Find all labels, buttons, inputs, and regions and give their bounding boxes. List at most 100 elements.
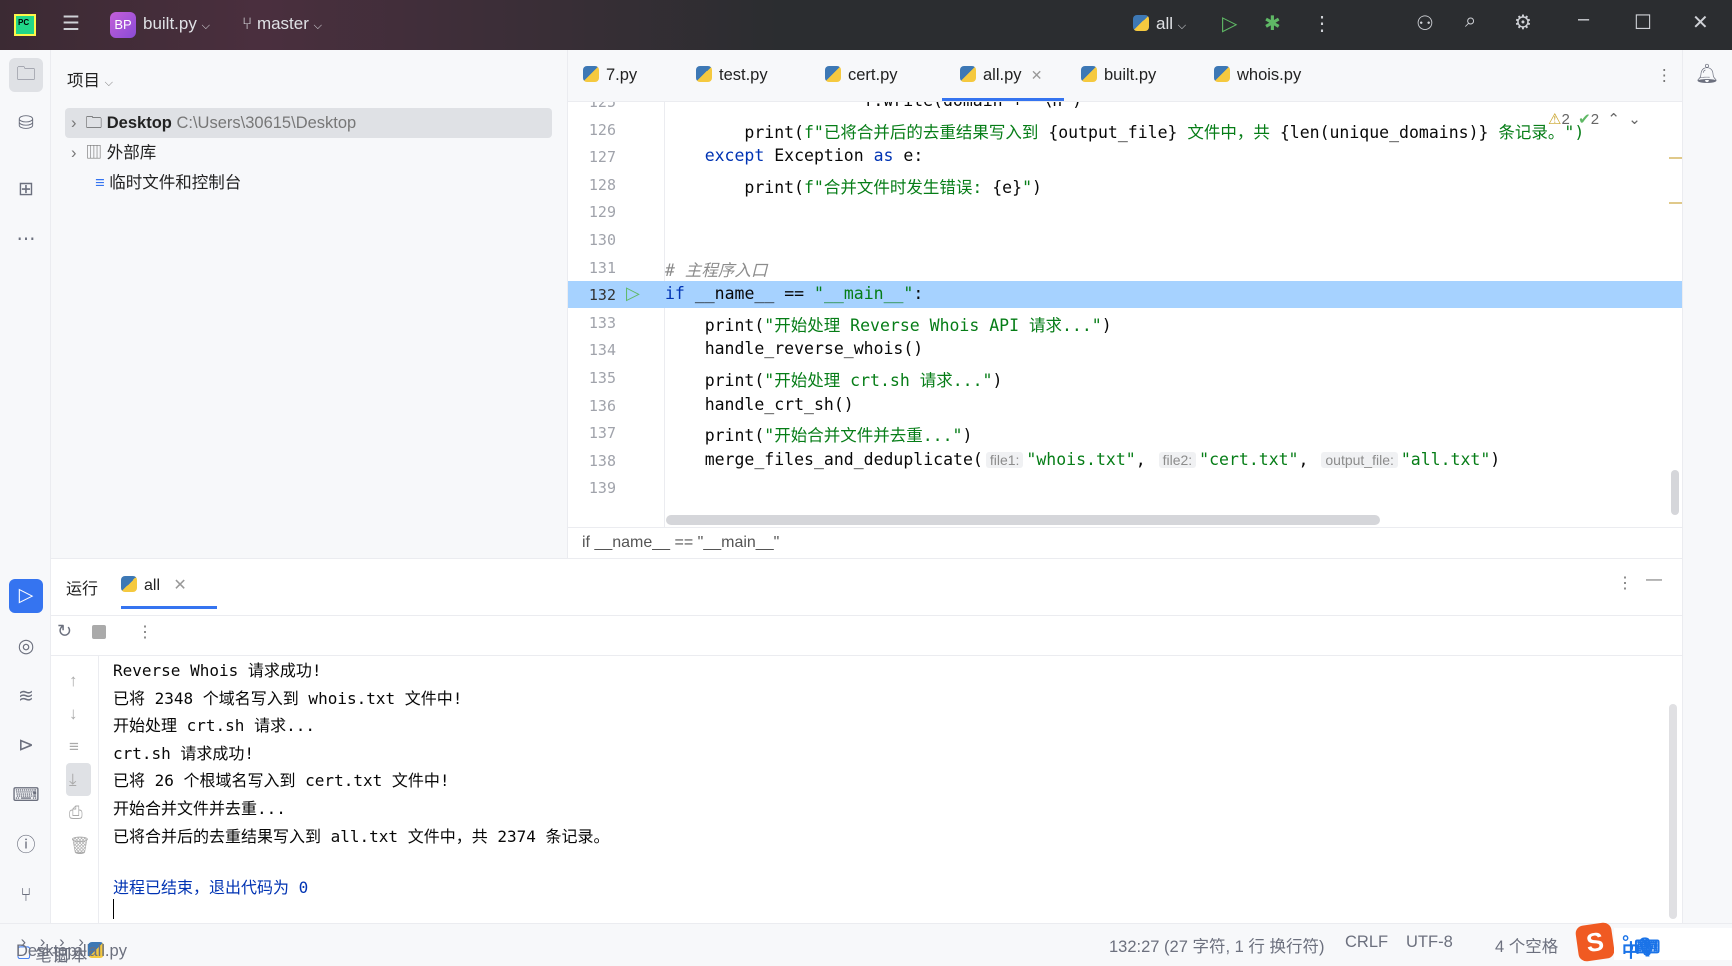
problems-icon[interactable]: ⓘ xyxy=(9,829,43,863)
warning-marker[interactable] xyxy=(1669,202,1682,204)
tab-label: test.py xyxy=(719,66,768,84)
run-config-selector[interactable]: all ⌵ xyxy=(1133,14,1186,34)
tab-7-py[interactable]: 7.py xyxy=(583,66,637,85)
more-actions-icon[interactable]: ⋮ xyxy=(137,622,153,642)
console-scrollbar[interactable] xyxy=(1669,704,1677,919)
services-icon[interactable]: ⊳ xyxy=(9,729,43,763)
tab-whois-py[interactable]: whois.py xyxy=(1214,66,1301,85)
print-icon[interactable]: ⎙ xyxy=(69,796,91,829)
ime-toolbar[interactable]: 中 °, 🎙︎ ⌨ xyxy=(1614,928,1732,961)
python-console-icon[interactable]: ◎ xyxy=(9,630,43,664)
inspection-widget[interactable]: ⚠2 ✔2 ⌃ ⌄ xyxy=(1548,110,1641,128)
console-line: 已将 26 个根域名写入到 cert.txt 文件中! xyxy=(113,771,450,791)
scratches-label: 临时文件和控制台 xyxy=(109,174,242,192)
project-selector[interactable]: built.py ⌵ xyxy=(143,14,210,34)
tabs-more-icon[interactable]: ⋮ xyxy=(1656,66,1673,86)
tab-cert-py[interactable]: cert.py xyxy=(825,66,898,85)
indent-setting[interactable]: 4 个空格 xyxy=(1495,933,1558,957)
code-token: Exception xyxy=(774,146,874,166)
close-tab-icon[interactable]: ✕ xyxy=(1031,67,1043,83)
tree-item-desktop[interactable]: › 🗀 Desktop C:\Users\30615\Desktop xyxy=(71,109,356,137)
run-icon[interactable]: ▷ xyxy=(1222,11,1237,36)
more-icon[interactable]: ⋮ xyxy=(1312,11,1332,36)
code-token: print( xyxy=(744,177,804,197)
more-tools-icon[interactable]: ⋯ xyxy=(9,223,43,257)
status-breadcrumb[interactable]: ▢ Desktop › 笔记 › 脚本 › all › all.py xyxy=(16,933,127,965)
python-icon xyxy=(1133,15,1149,31)
project-panel-title[interactable]: 项目 ⌵ xyxy=(67,67,113,91)
keyboard-icon[interactable]: ⌨ xyxy=(1634,937,1660,958)
file-encoding[interactable]: UTF-8 xyxy=(1406,933,1453,952)
code-token: f"已将合并后的去重结果写入到 xyxy=(804,122,1049,142)
settings-icon[interactable]: ⚙ xyxy=(1514,10,1532,35)
console-toolbar: ↑ ↓ ≡ ⤓ ⎙ 🗑︎ xyxy=(66,664,91,862)
code-editor[interactable]: 125f.write(domain + '\n')126print(f"已将合并… xyxy=(568,102,1682,527)
line-number: 137 xyxy=(588,424,616,443)
tab-built-py[interactable]: built.py xyxy=(1081,66,1156,85)
up-arrow-icon[interactable]: ↑ xyxy=(69,664,91,697)
run-tool-icon[interactable]: ▷ xyxy=(9,579,43,613)
tab-all-py[interactable]: all.py ✕ xyxy=(960,66,1042,85)
options-icon[interactable]: ⋮ xyxy=(1617,573,1633,593)
exit-message: 进程已结束，退出代码为 0 xyxy=(113,878,309,897)
close-icon[interactable]: ✕ xyxy=(1692,10,1709,35)
rerun-icon[interactable]: ↻ xyxy=(57,621,72,642)
tab-label: cert.py xyxy=(848,66,898,84)
maximize-icon[interactable]: ☐ xyxy=(1634,10,1652,35)
scroll-to-end-icon[interactable]: ⤓ xyxy=(66,763,91,796)
debug-icon[interactable]: ✱ xyxy=(1264,11,1281,36)
run-panel-title: 运行 xyxy=(66,581,99,598)
run-gutter-icon[interactable]: ▷ xyxy=(626,283,640,304)
warning-marker[interactable] xyxy=(1669,157,1682,159)
python-icon xyxy=(825,66,841,82)
code-token: ) xyxy=(992,371,1003,390)
sogou-ime-icon[interactable]: S xyxy=(1574,921,1616,963)
warning-count: 2 xyxy=(1561,111,1570,128)
line-number: 139 xyxy=(588,479,616,498)
clear-icon[interactable]: 🗑︎ xyxy=(69,829,91,862)
main-menu-icon[interactable]: ☰ xyxy=(62,11,80,36)
horizontal-scrollbar[interactable] xyxy=(666,515,1380,525)
code-token: f.write(domain + '\n') xyxy=(864,102,1083,110)
add-user-icon[interactable]: ⚇ xyxy=(1416,11,1434,36)
code-token: ) xyxy=(1490,449,1501,469)
notifications-icon[interactable]: 🔔︎ xyxy=(1690,58,1724,92)
library-icon: ▥ xyxy=(85,144,103,162)
down-arrow-icon[interactable]: ↓ xyxy=(69,697,91,730)
editor-breadcrumb[interactable]: if __name__ == "__main__" xyxy=(568,527,1682,558)
branch-selector[interactable]: ⑂ master ⌵ xyxy=(242,14,322,34)
tree-item-external-libs[interactable]: › ▥ 外部库 xyxy=(71,139,156,167)
console-line: 已将 2348 个域名写入到 whois.txt 文件中! xyxy=(113,688,463,708)
crumb-file[interactable]: all.py xyxy=(88,942,127,961)
code-line: print("开始处理 Reverse Whois API 请求...") xyxy=(665,312,1112,336)
code-line: except Exception as e: xyxy=(665,146,924,166)
line-number: 135 xyxy=(588,369,616,387)
branch-name: master xyxy=(256,14,309,33)
tab-test-py[interactable]: test.py xyxy=(696,66,768,85)
minimize-icon[interactable]: – xyxy=(1578,8,1589,31)
code-token: "开始合并文件并去重..." xyxy=(764,426,963,446)
tree-item-scratches[interactable]: ≡ 临时文件和控制台 xyxy=(95,169,241,197)
close-tab-icon[interactable]: ✕ xyxy=(173,577,186,594)
layers-icon[interactable]: ≋ xyxy=(9,680,43,714)
hide-panel-icon[interactable]: — xyxy=(1646,571,1662,589)
git-icon[interactable]: ⑂ xyxy=(9,879,43,913)
python-icon xyxy=(1214,66,1230,82)
code-token: e: xyxy=(903,146,924,166)
terminal-icon[interactable]: ⌨ xyxy=(9,779,43,813)
structure-tool-icon[interactable]: ⊞ xyxy=(9,173,43,207)
search-icon[interactable]: ⌕ xyxy=(1465,10,1476,33)
code-token: : xyxy=(913,284,924,304)
project-tool-icon[interactable]: 🗀 xyxy=(9,58,43,92)
database-tool-icon[interactable]: ⛁ xyxy=(9,107,43,141)
code-line: merge_files_and_deduplicate(file1: "whois… xyxy=(665,449,1501,469)
code-token: {e} xyxy=(992,177,1023,197)
stop-icon[interactable] xyxy=(92,625,106,639)
vertical-scrollbar[interactable] xyxy=(1671,470,1679,515)
run-tab-all[interactable]: all ✕ xyxy=(121,575,187,595)
project-badge[interactable]: BP xyxy=(110,12,136,38)
line-ending[interactable]: CRLF xyxy=(1345,933,1388,952)
code-line: print(f"已将合并后的去重结果写入到 {output_file} 文件中，… xyxy=(665,119,1584,143)
soft-wrap-icon[interactable]: ≡ xyxy=(69,730,91,763)
caret-position[interactable]: 132:27 (27 字符, 1 行 换行符) xyxy=(1109,933,1325,957)
